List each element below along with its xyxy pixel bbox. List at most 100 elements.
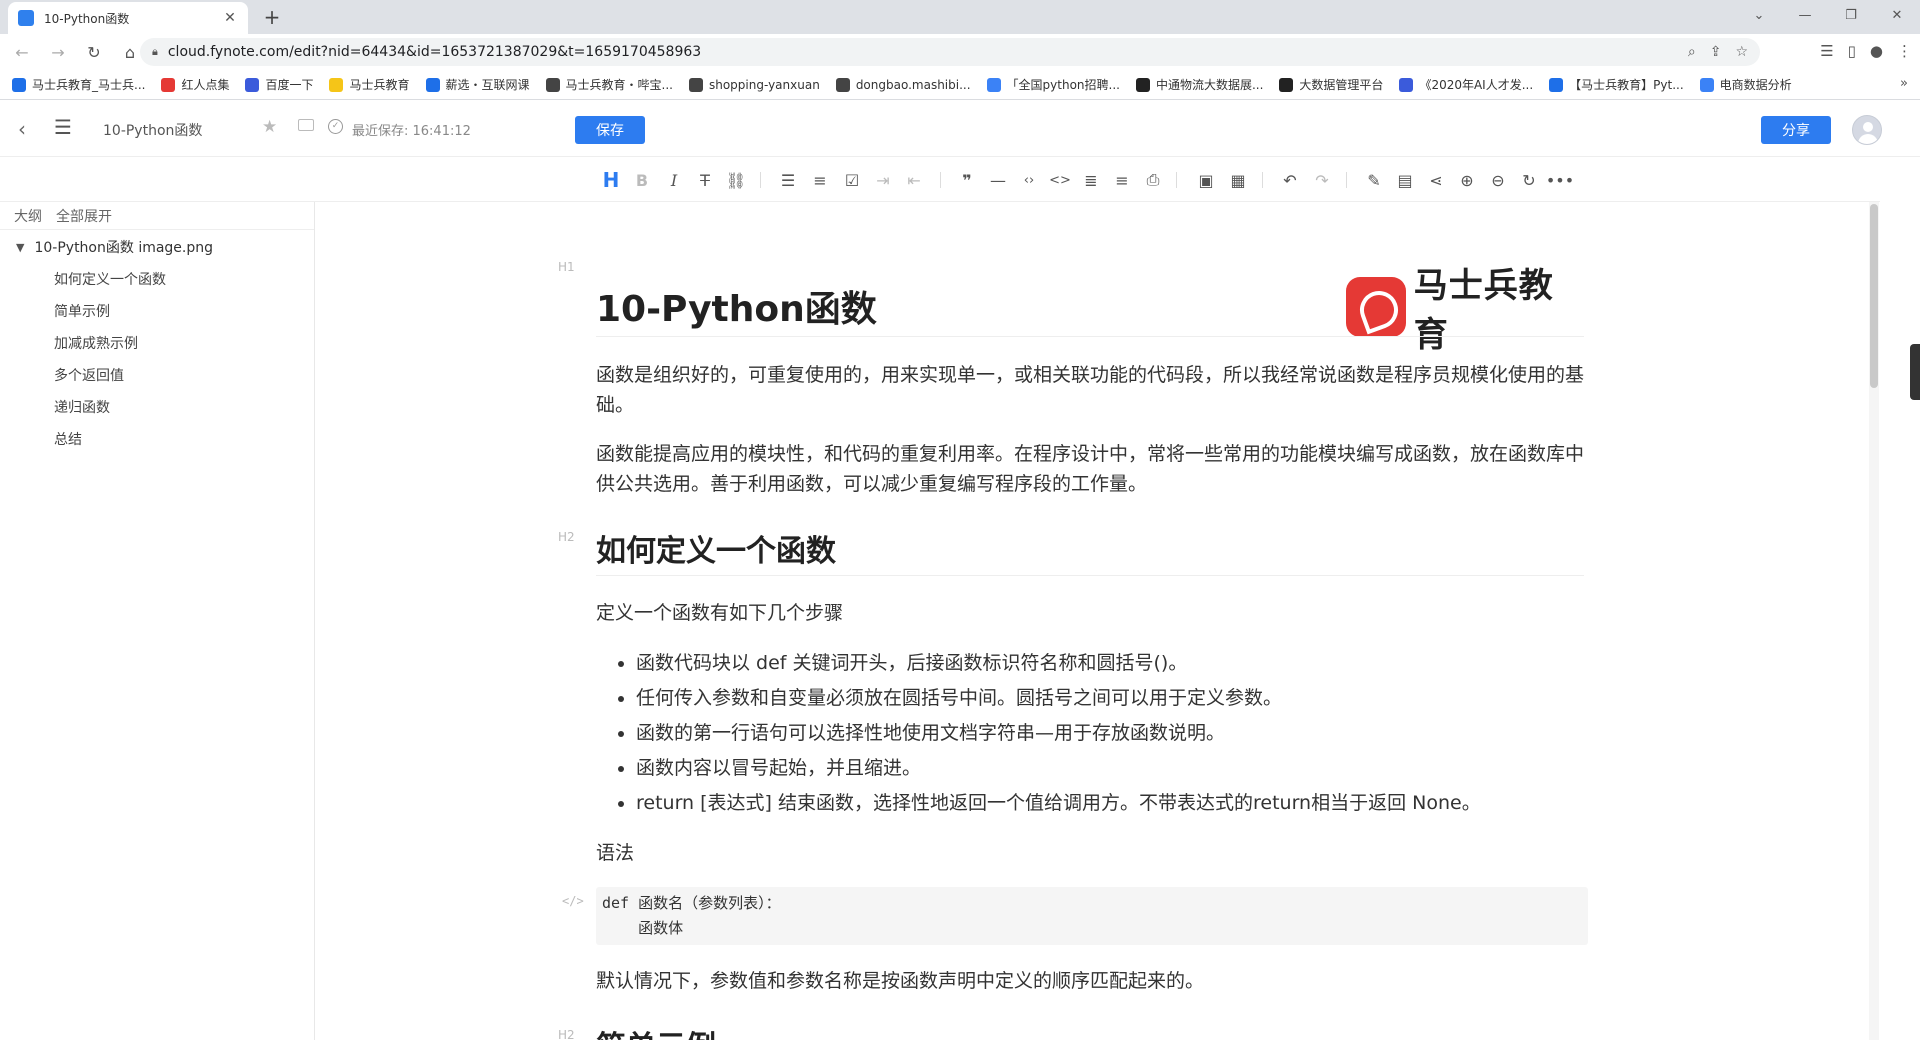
bookmark-item[interactable]: 薪选・互联网课 [425,76,530,93]
numbered-list-icon[interactable]: ≡ [808,169,832,191]
inline-code-icon[interactable]: ‹› [1017,169,1041,191]
bookmark-item[interactable]: 马士兵教育_马士兵... [12,76,145,93]
bookmark-item[interactable]: 马士兵教育 [329,76,410,93]
intro-paragraph-1: 函数是组织好的，可重复使用的，用来实现单一，或相关联功能的代码段，所以我经常说函… [596,364,1585,416]
indent-icon[interactable]: ⇥ [871,169,895,191]
zoom-out-icon[interactable]: ⊖ [1486,169,1510,191]
tab-search-chevron-icon[interactable]: ⌄ [1736,0,1782,30]
share-button[interactable]: 分享 [1761,116,1831,144]
bookmark-favicon-icon [245,77,260,92]
document-title[interactable]: 10-Python函数 [103,120,202,140]
bookmark-label: 电商数据分析 [1719,78,1792,92]
bookmark-item[interactable]: 【马士兵教育】Pyt... [1549,76,1684,93]
editor-scrollbar[interactable] [1869,202,1879,1040]
refresh-icon[interactable]: ↻ [1517,169,1541,191]
window-close-icon[interactable]: ✕ [1874,0,1920,30]
bookmark-item[interactable]: 大数据管理平台 [1279,76,1383,93]
editor-area[interactable]: H1 10-Python函数 马士兵教育 函数是组织好的，可重复使用的，用来实现… [316,202,1880,1040]
back-arrow-icon[interactable]: ← [8,38,36,66]
zoom-icon[interactable]: ⌕ [1688,44,1696,60]
undo-icon[interactable]: ↶ [1278,169,1302,191]
browser-toolbar-right: ☰ ▯ ● ⋮ [1820,42,1912,60]
outline-label[interactable]: 大纲 [14,206,42,226]
link-icon[interactable]: ⛓ [724,169,748,191]
outline-item[interactable]: 简单示例 [0,296,314,328]
bookmark-item[interactable]: 《2020年AI人才发... [1399,76,1533,93]
outline-item[interactable]: 多个返回值 [0,360,314,392]
url-text[interactable]: cloud.fynote.com/edit?nid=64434&id=16537… [168,44,1688,60]
image-icon[interactable]: ▣ [1194,169,1218,191]
share-page-icon[interactable]: ⇪ [1710,44,1722,60]
bold-icon[interactable]: B [630,169,654,191]
text-align-icon[interactable]: ≣ [1079,169,1103,191]
mindmap-share-icon[interactable]: ⋖ [1424,169,1448,191]
favorite-star-icon[interactable]: ★ [262,117,277,137]
outline-item[interactable]: 递归函数 [0,392,314,424]
outline-sidebar: 大纲 全部展开 ▼ 10-Python函数 image.png 如何定义一个函数… [0,202,315,1040]
strikethrough-icon[interactable]: T [693,169,717,191]
side-panel-icon[interactable]: ▯ [1848,42,1856,60]
tab-close-icon[interactable]: ✕ [222,10,238,26]
lock-icon[interactable]: 🔒︎ [152,45,158,59]
bookmark-favicon-icon [1279,77,1294,92]
outline-list: 如何定义一个函数 简单示例 加减成熟示例 多个返回值 递归函数 总结 [0,264,314,456]
code-block-icon[interactable]: <> [1048,169,1072,191]
table-icon[interactable]: ▦ [1226,169,1250,191]
bookmark-item[interactable]: 马士兵教育・哔宝... [545,76,673,93]
bookmark-label: 《2020年AI人才发... [1419,78,1534,92]
zoom-in-icon[interactable]: ⊕ [1455,169,1479,191]
reading-list-icon[interactable]: ☰ [1820,42,1833,60]
heading-icon[interactable]: H [599,168,623,192]
forward-arrow-icon[interactable]: → [44,38,72,66]
bullet-list-icon[interactable]: ☰ [776,169,800,191]
task-list-icon[interactable]: ☑ [840,169,864,191]
browser-menu-icon[interactable]: ⋮ [1897,42,1912,60]
profile-icon[interactable]: ● [1870,42,1883,60]
folder-icon[interactable] [298,119,314,131]
last-saved-time: 最近保存: 16:41:12 [352,124,471,139]
outline-item[interactable]: 总结 [0,424,314,456]
italic-icon[interactable]: I [662,169,686,191]
wrap-icon[interactable]: ≡ [1110,169,1134,191]
more-icon[interactable]: ••• [1546,169,1574,191]
bookmark-label: 马士兵教育・哔宝... [565,78,673,92]
horizontal-rule-icon[interactable]: — [986,169,1010,191]
user-avatar[interactable] [1852,115,1882,145]
expand-all-button[interactable]: 全部展开 [56,206,112,226]
bookmark-item[interactable]: dongbao.mashibi... [835,77,971,92]
section-heading-simple-example: 简单示例 [596,1022,716,1040]
default-order-paragraph: 默认情况下，参数值和参数名称是按函数声明中定义的顺序匹配起来的。 [596,970,1205,992]
outline-item[interactable]: 如何定义一个函数 [0,264,314,296]
print-icon[interactable]: ⎙ [1141,169,1165,191]
back-chevron-icon[interactable]: ‹ [18,117,26,141]
bookmarks-overflow-icon[interactable]: » [1900,76,1908,91]
outline-root-item[interactable]: ▼ 10-Python函数 image.png [0,230,314,264]
side-panel-tab[interactable] [1910,344,1920,400]
outline-item[interactable]: 加减成熟示例 [0,328,314,360]
bookmark-item[interactable]: 中通物流大数据展... [1135,76,1263,93]
redo-icon[interactable]: ↷ [1310,169,1334,191]
minimize-icon[interactable]: — [1782,0,1828,30]
scrollbar-thumb[interactable] [1870,204,1878,388]
bookmark-item[interactable]: 电商数据分析 [1699,76,1792,93]
bookmark-star-icon[interactable]: ☆ [1735,44,1748,60]
quote-icon[interactable]: ❞ [955,169,979,191]
reload-icon[interactable]: ↻ [80,38,108,66]
restore-icon[interactable]: ❐ [1828,0,1874,30]
chevron-down-icon[interactable]: ▼ [16,241,24,254]
bookmark-item[interactable]: 「全国python招聘... [986,76,1120,93]
outdent-icon[interactable]: ⇤ [902,169,926,191]
code-block[interactable]: def 函数名（参数列表）： 函数体 [596,887,1588,945]
bookmark-item[interactable]: 百度一下 [245,76,313,93]
note-icon[interactable]: ▤ [1393,169,1417,191]
hamburger-menu-icon[interactable]: ☰ [54,115,72,139]
bookmark-item[interactable]: shopping-yanxuan [688,77,820,92]
new-tab-plus-icon[interactable]: + [260,5,284,29]
save-button[interactable]: 保存 [575,116,645,144]
pen-icon[interactable]: ✎ [1362,169,1386,191]
heading-level-marker: H1 [558,260,575,274]
omnibox[interactable]: 🔒︎ cloud.fynote.com/edit?nid=64434&id=16… [140,38,1760,66]
bookmark-item[interactable]: 红人点集 [161,76,229,93]
browser-tab[interactable]: 10-Python函数 ✕ [8,2,248,34]
list-item: return [表达式] 结束函数，选择性地返回一个值给调用方。不带表达式的re… [636,786,1586,821]
